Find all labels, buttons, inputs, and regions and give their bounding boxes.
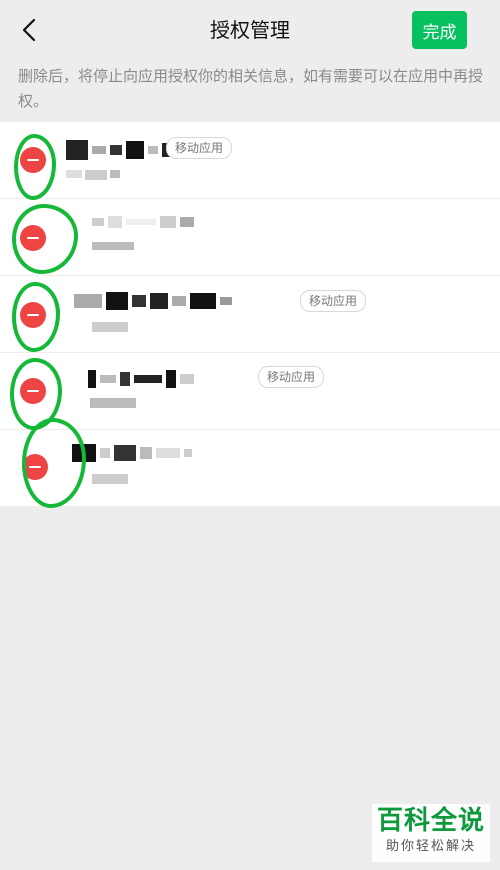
remove-button[interactable] xyxy=(20,147,46,173)
back-button[interactable] xyxy=(14,14,44,46)
authorized-app-list: 移动应用 移动应用 移动应用 xyxy=(0,122,500,508)
app-desc xyxy=(92,474,128,484)
watermark-subtitle: 助你轻松解决 xyxy=(385,839,476,854)
watermark-title: 百科全说 xyxy=(376,806,485,836)
remove-button[interactable] xyxy=(20,302,46,328)
app-name xyxy=(92,216,194,228)
remove-button[interactable] xyxy=(22,454,48,480)
remove-button[interactable] xyxy=(20,225,46,251)
list-item: 移动应用 xyxy=(0,353,500,430)
app-name xyxy=(72,444,192,462)
app-type-tag: 移动应用 xyxy=(258,366,325,388)
remove-button[interactable] xyxy=(20,378,46,404)
hint-text: 删除后，将停止向应用授权你的相关信息，如有需要可以在应用中再授权。 xyxy=(18,67,484,110)
app-name xyxy=(88,370,194,388)
chevron-left-icon xyxy=(22,18,36,42)
list-item xyxy=(0,199,500,276)
list-item xyxy=(0,418,500,508)
app-type-tag: 移动应用 xyxy=(300,290,367,312)
app-name xyxy=(66,140,170,160)
app-type-tag: 移动应用 xyxy=(166,137,233,159)
list-item: 移动应用 xyxy=(0,276,500,353)
done-button[interactable]: 完成 xyxy=(412,11,467,49)
app-desc xyxy=(92,322,128,332)
nav-bar: 授权管理 完成 xyxy=(0,0,500,60)
app-desc xyxy=(66,170,120,180)
app-name xyxy=(74,292,232,310)
app-desc xyxy=(92,242,134,250)
list-item: 移动应用 xyxy=(0,122,500,200)
app-desc xyxy=(90,398,136,408)
watermark-logo: 百科全说 助你轻松解决 xyxy=(372,804,490,862)
